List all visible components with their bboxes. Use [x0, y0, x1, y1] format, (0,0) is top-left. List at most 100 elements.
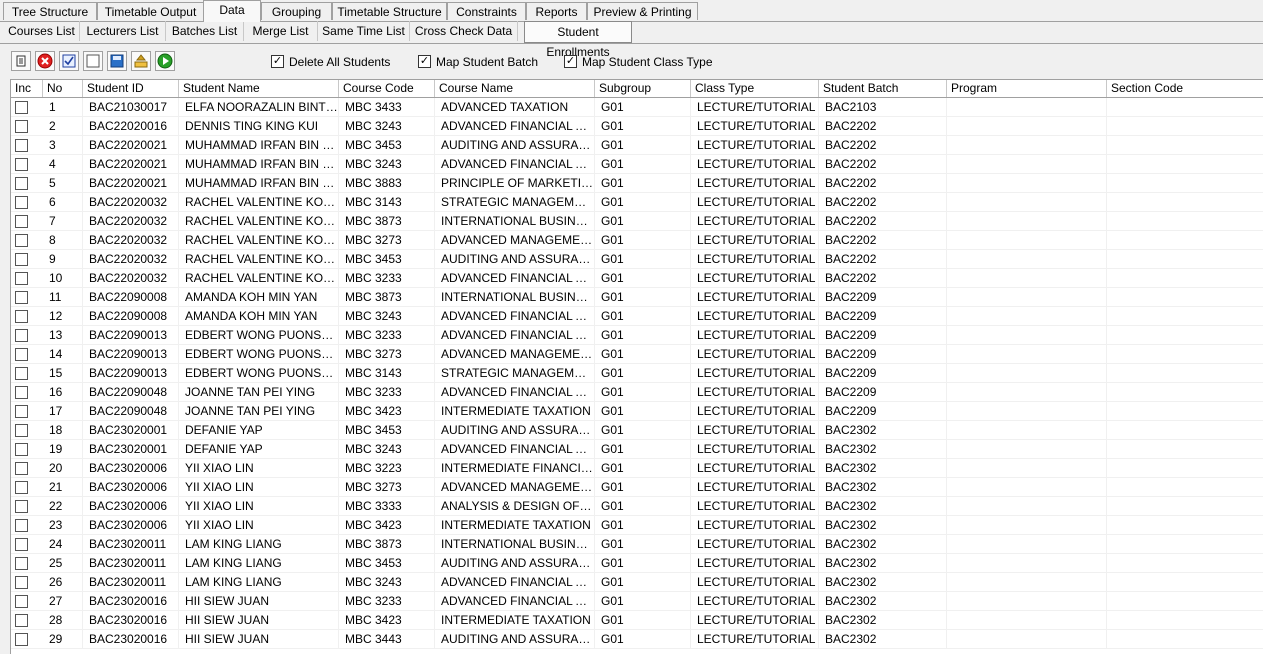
table-row[interactable]: 20 BAC23020006 YII XIAO LIN MBC 3223 INTERME…	[11, 459, 1263, 478]
cell-student-batch[interactable]: BAC2302	[819, 573, 947, 592]
col-section-code[interactable]: Section Code	[1107, 80, 1263, 97]
cell-subgroup[interactable]: G01	[595, 611, 691, 630]
table-row[interactable]: 18 BAC23020001 DEFANIE YAP MBC 3453 AUDITING…	[11, 421, 1263, 440]
cell-no[interactable]: 15	[43, 364, 83, 383]
cell-student-name[interactable]: YII XIAO LIN	[179, 459, 339, 478]
cell-subgroup[interactable]: G01	[595, 288, 691, 307]
cell-no[interactable]: 14	[43, 345, 83, 364]
cell-class-type[interactable]: LECTURE/TUTORIAL	[691, 250, 819, 269]
table-row[interactable]: 17 BAC22090048 JOANNE TAN PEI YING MBC 3423…	[11, 402, 1263, 421]
cell-student-name[interactable]: YII XIAO LIN	[179, 516, 339, 535]
include-checkbox[interactable]	[15, 291, 28, 304]
cell-section-code[interactable]	[1107, 250, 1263, 269]
cell-student-name[interactable]: MUHAMMAD IRFAN BIN HARUN	[179, 155, 339, 174]
include-checkbox[interactable]	[15, 253, 28, 266]
save-button[interactable]	[107, 51, 127, 71]
include-checkbox[interactable]	[15, 595, 28, 608]
cell-student-id[interactable]: BAC23020011	[83, 573, 179, 592]
cell-course-code[interactable]: MBC 3273	[339, 478, 435, 497]
cell-program[interactable]	[947, 345, 1107, 364]
cell-no[interactable]: 4	[43, 155, 83, 174]
cell-section-code[interactable]	[1107, 402, 1263, 421]
cell-section-code[interactable]	[1107, 231, 1263, 250]
col-course-code[interactable]: Course Code	[339, 80, 435, 97]
col-class-type[interactable]: Class Type	[691, 80, 819, 97]
table-row[interactable]: 6 BAC22020032 RACHEL VALENTINE KONG MBC 314…	[11, 193, 1263, 212]
cell-course-code[interactable]: MBC 3453	[339, 250, 435, 269]
cell-student-id[interactable]: BAC23020001	[83, 421, 179, 440]
cell-no[interactable]: 17	[43, 402, 83, 421]
cell-student-id[interactable]: BAC23020016	[83, 611, 179, 630]
include-checkbox[interactable]	[15, 120, 28, 133]
cell-no[interactable]: 20	[43, 459, 83, 478]
cell-student-id[interactable]: BAC22090013	[83, 345, 179, 364]
table-row[interactable]: 5BAC22020021MUHAMMAD IRFAN BIN HARUNMBC …	[11, 174, 1263, 193]
cell-no[interactable]: 19	[43, 440, 83, 459]
cell-student-name[interactable]: MUHAMMAD IRFAN BIN HARUN	[179, 174, 339, 193]
cell-student-id[interactable]: BAC22020016	[83, 117, 179, 136]
cell-course-code[interactable]: MBC 3443	[339, 630, 435, 649]
cell-student-id[interactable]: BAC22020032	[83, 250, 179, 269]
cell-student-batch[interactable]: BAC2302	[819, 554, 947, 573]
cell-class-type[interactable]: LECTURE/TUTORIAL	[691, 535, 819, 554]
cell-program[interactable]	[947, 288, 1107, 307]
cell-student-batch[interactable]: BAC2302	[819, 516, 947, 535]
cell-student-name[interactable]: EDBERT WONG PUONSUN	[179, 345, 339, 364]
cell-subgroup[interactable]: G01	[595, 516, 691, 535]
cell-subgroup[interactable]: G01	[595, 592, 691, 611]
cell-course-code[interactable]: MBC 3453	[339, 136, 435, 155]
cell-subgroup[interactable]: G01	[595, 345, 691, 364]
cell-no[interactable]: 21	[43, 478, 83, 497]
cell-subgroup[interactable]: G01	[595, 554, 691, 573]
cell-student-name[interactable]: LAM KING LIANG	[179, 573, 339, 592]
cell-section-code[interactable]	[1107, 98, 1263, 117]
table-row[interactable]: 16 BAC22090048 JOANNE TAN PEI YING MBC 3233…	[11, 383, 1263, 402]
cell-section-code[interactable]	[1107, 193, 1263, 212]
cell-subgroup[interactable]: G01	[595, 117, 691, 136]
cell-section-code[interactable]	[1107, 497, 1263, 516]
cell-student-batch[interactable]: BAC2202	[819, 193, 947, 212]
table-row[interactable]: 9 BAC22020032 RACHEL VALENTINE KONG MBC 345…	[11, 250, 1263, 269]
include-checkbox[interactable]	[15, 500, 28, 513]
cell-program[interactable]	[947, 364, 1107, 383]
cell-class-type[interactable]: LECTURE/TUTORIAL	[691, 193, 819, 212]
cell-course-code[interactable]: MBC 3873	[339, 212, 435, 231]
cell-program[interactable]	[947, 174, 1107, 193]
cell-student-name[interactable]: DENNIS TING KING KUI	[179, 117, 339, 136]
cell-no[interactable]: 7	[43, 212, 83, 231]
cell-class-type[interactable]: LECTURE/TUTORIAL	[691, 630, 819, 649]
cell-program[interactable]	[947, 573, 1107, 592]
cell-no[interactable]: 5	[43, 174, 83, 193]
cell-section-code[interactable]	[1107, 307, 1263, 326]
cell-class-type[interactable]: LECTURE/TUTORIAL	[691, 155, 819, 174]
cell-course-name[interactable]: INTERNATIONAL BUSINESS	[435, 535, 595, 554]
cell-course-name[interactable]: ADVANCED FINANCIAL ACCOUNTING	[435, 592, 595, 611]
cell-class-type[interactable]: LECTURE/TUTORIAL	[691, 440, 819, 459]
include-checkbox[interactable]	[15, 101, 28, 114]
cell-course-name[interactable]: AUDITING AND ASSURANCE	[435, 250, 595, 269]
tab-data[interactable]: Data	[203, 0, 261, 22]
cell-no[interactable]: 2	[43, 117, 83, 136]
cell-course-code[interactable]: MBC 3223	[339, 459, 435, 478]
cell-class-type[interactable]: LECTURE/TUTORIAL	[691, 288, 819, 307]
cell-student-batch[interactable]: BAC2302	[819, 630, 947, 649]
cell-class-type[interactable]: LECTURE/TUTORIAL	[691, 421, 819, 440]
cell-student-name[interactable]: RACHEL VALENTINE KONG	[179, 269, 339, 288]
cell-class-type[interactable]: LECTURE/TUTORIAL	[691, 497, 819, 516]
cell-course-name[interactable]: INTERMEDIATE TAXATION	[435, 611, 595, 630]
cell-no[interactable]: 1	[43, 98, 83, 117]
include-checkbox[interactable]	[15, 576, 28, 589]
cell-student-id[interactable]: BAC23020006	[83, 497, 179, 516]
check-all-button[interactable]	[59, 51, 79, 71]
cell-section-code[interactable]	[1107, 630, 1263, 649]
cell-section-code[interactable]	[1107, 155, 1263, 174]
cell-course-code[interactable]: MBC 3233	[339, 383, 435, 402]
cell-program[interactable]	[947, 516, 1107, 535]
cell-course-code[interactable]: MBC 3273	[339, 231, 435, 250]
cell-course-name[interactable]: ANALYSIS & DESIGN OF ACCOUNTING	[435, 497, 595, 516]
cell-student-id[interactable]: BAC23020011	[83, 535, 179, 554]
cell-course-name[interactable]: ADVANCED TAXATION	[435, 98, 595, 117]
cell-course-code[interactable]: MBC 3143	[339, 193, 435, 212]
cell-student-batch[interactable]: BAC2202	[819, 231, 947, 250]
cell-student-id[interactable]: BAC23020006	[83, 459, 179, 478]
